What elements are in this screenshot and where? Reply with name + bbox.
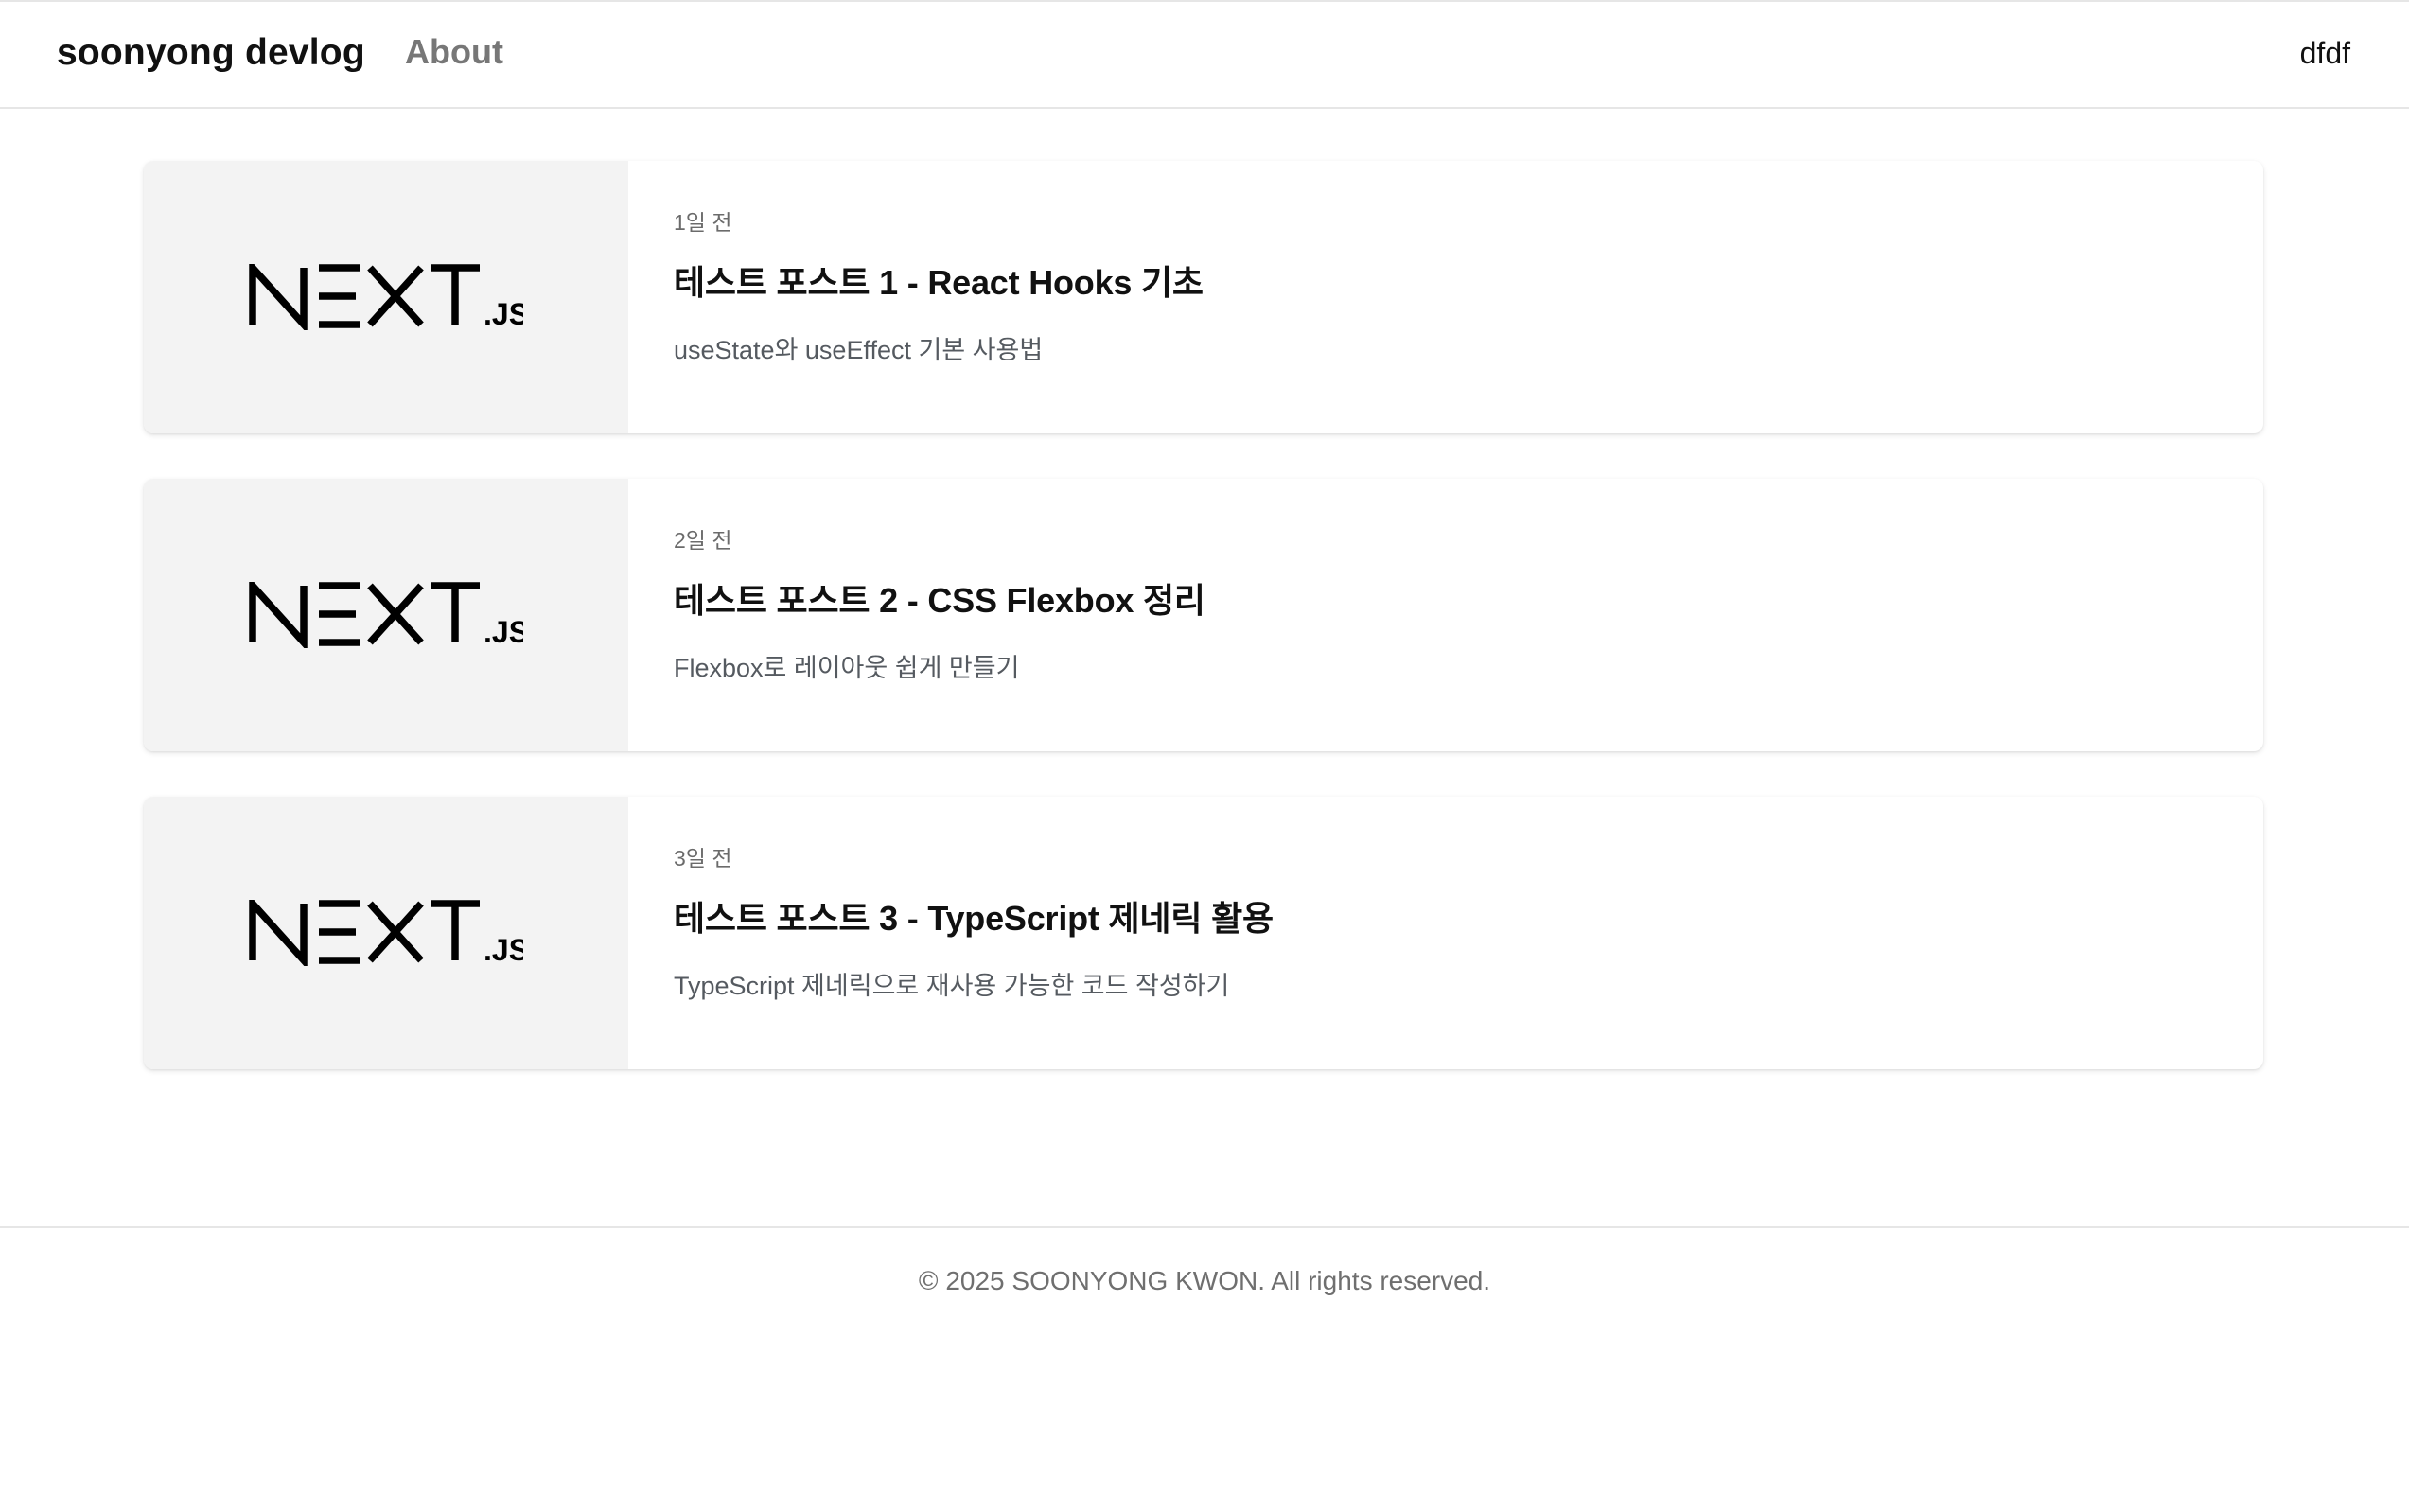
post-title[interactable]: 테스트 포스트 2 - CSS Flexbox 정리 [674,573,2218,623]
post-description: Flexbox로 레이아웃 쉽게 만들기 [674,654,1020,682]
post-card[interactable]: .JS 1일 전 테스트 포스트 1 - React Hooks 기초 useS… [144,161,2263,433]
post-thumbnail: .JS [144,797,628,1069]
top-navigation-bar: soonyong devlog About dfdf [0,0,2409,109]
nav-about-link[interactable]: About [405,32,503,72]
post-date: 1일 전 [674,210,732,235]
post-body: 3일 전 테스트 포스트 3 - TypeScript 제네릭 활용 TypeS… [628,797,2263,1069]
post-description: useState와 useEffect 기본 사용법 [674,336,1044,364]
post-list: .JS 1일 전 테스트 포스트 1 - React Hooks 기초 useS… [144,161,2263,1115]
post-title[interactable]: 테스트 포스트 1 - React Hooks 기초 [674,255,2218,305]
post-body: 2일 전 테스트 포스트 2 - CSS Flexbox 정리 Flexbox로… [628,479,2263,751]
site-footer: © 2025 SOONYONG KWON. All rights reserve… [0,1226,2409,1512]
copyright-text: © 2025 SOONYONG KWON. All rights reserve… [918,1266,1491,1295]
post-date: 3일 전 [674,846,732,870]
post-title[interactable]: 테스트 포스트 3 - TypeScript 제네릭 활용 [674,891,2218,941]
logo-suffix: .JS [484,615,523,648]
nextjs-logo: .JS [249,264,523,330]
user-menu-link[interactable]: dfdf [2300,36,2350,71]
post-thumbnail: .JS [144,479,628,751]
post-thumbnail: .JS [144,161,628,433]
post-card[interactable]: .JS 3일 전 테스트 포스트 3 - TypeScript 제네릭 활용 T… [144,797,2263,1069]
nextjs-logo: .JS [249,582,523,648]
logo-suffix: .JS [484,933,523,966]
post-date: 2일 전 [674,528,732,553]
post-description: TypeScript 제네릭으로 재사용 가능한 코드 작성하기 [674,972,1230,1000]
post-card[interactable]: .JS 2일 전 테스트 포스트 2 - CSS Flexbox 정리 Flex… [144,479,2263,751]
brand-link[interactable]: soonyong devlog [57,32,365,74]
logo-suffix: .JS [484,297,523,330]
post-body: 1일 전 테스트 포스트 1 - React Hooks 기초 useState… [628,161,2263,433]
nextjs-logo: .JS [249,900,523,966]
